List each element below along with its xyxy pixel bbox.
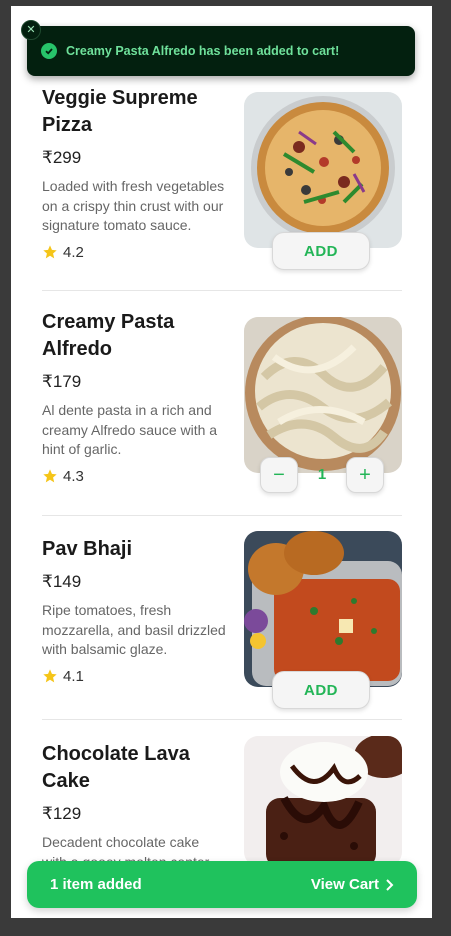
pizza-image <box>244 92 402 248</box>
item-name: Chocolate Lava Cake <box>42 743 190 792</box>
divider <box>42 290 402 291</box>
view-cart-label: View Cart <box>310 876 379 893</box>
increase-quantity-button[interactable]: + <box>346 457 384 493</box>
decrease-quantity-button[interactable]: − <box>260 457 298 493</box>
star-icon <box>43 469 57 483</box>
added-to-cart-toast: ✕ Creamy Pasta Alfredo has been added to… <box>21 20 415 76</box>
rating-value: 4.3 <box>63 467 84 485</box>
menu-item-creamy-pasta-alfredo: Creamy Pasta Alfredo ₹179 Al dente pasta… <box>42 309 402 493</box>
cart-item-count: 1 item added <box>50 876 142 893</box>
lava-cake-image <box>244 736 402 866</box>
divider <box>42 719 402 720</box>
menu-item-veggie-supreme-pizza: Veggie Supreme Pizza ₹299 Loaded with fr… <box>42 85 402 270</box>
rating-value: 4.2 <box>63 243 84 261</box>
menu-screen: Veggie Supreme Pizza ₹299 Loaded with fr… <box>11 6 432 918</box>
check-circle-icon <box>41 43 57 59</box>
pasta-image <box>244 317 402 473</box>
item-name: Pav Bhaji <box>42 538 133 560</box>
pav-bhaji-image <box>244 531 402 687</box>
star-icon <box>43 245 57 259</box>
rating-value: 4.1 <box>63 667 84 685</box>
item-description: Ripe tomatoes, fresh mozzarella, and bas… <box>42 602 226 657</box>
view-cart-button[interactable]: View Cart <box>311 876 395 893</box>
menu-item-pav-bhaji: Pav Bhaji ₹149 Ripe tomatoes, fresh mozz… <box>42 531 402 709</box>
star-icon <box>43 669 57 683</box>
divider <box>42 515 402 516</box>
add-button[interactable]: ADD <box>272 232 370 270</box>
item-description: Al dente pasta in a rich and creamy Alfr… <box>42 402 218 457</box>
chevron-right-icon <box>386 878 394 891</box>
add-button[interactable]: ADD <box>272 671 370 709</box>
item-name: Creamy Pasta Alfredo <box>42 311 175 360</box>
close-icon[interactable]: ✕ <box>21 20 41 40</box>
toast-message: Creamy Pasta Alfredo has been added to c… <box>66 44 340 58</box>
item-name: Veggie Supreme Pizza <box>42 87 198 136</box>
quantity-value: 1 <box>317 466 327 483</box>
view-cart-bar[interactable]: 1 item added View Cart <box>27 861 417 908</box>
item-description: Loaded with fresh vegetables on a crispy… <box>42 178 225 233</box>
